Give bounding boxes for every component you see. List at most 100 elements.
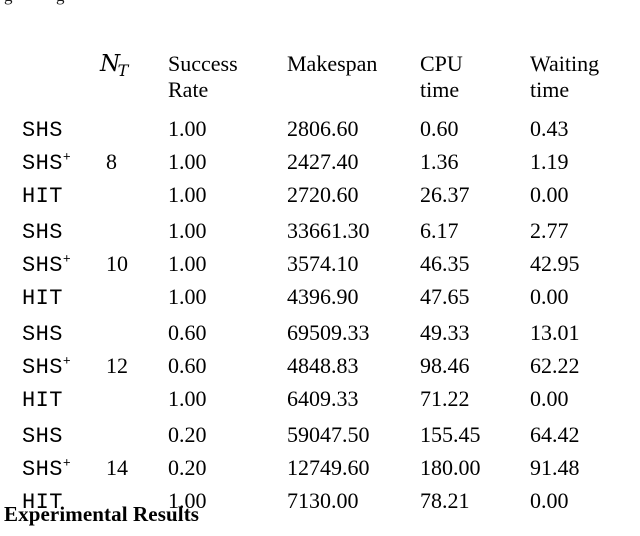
cell-waiting-time: 0.00 (530, 488, 569, 513)
cell-method: SHS+ (22, 455, 72, 482)
cell-method: SHS+ (22, 353, 72, 380)
cell-success-rate: 0.20 (168, 422, 207, 447)
cell-cpu-time: 155.45 (420, 422, 481, 447)
cell-makespan: 4396.90 (287, 284, 359, 309)
table-row: HIT 1.00 6409.33 71.22 0.00 (4, 383, 635, 416)
cell-num-tasks (100, 113, 168, 146)
method-superscript: + (62, 149, 72, 165)
cell-waiting-time: 42.95 (530, 251, 580, 276)
column-header-waiting-time-line2: time (530, 77, 570, 102)
cell-cpu-time: 6.17 (420, 218, 459, 243)
cell-makespan: 4848.83 (287, 353, 359, 378)
cell-num-tasks: 8 (106, 149, 117, 174)
table-row: SHS 1.00 33661.30 6.17 2.77 (4, 215, 635, 248)
section-caption: Experimental Results (4, 502, 200, 526)
column-header-cpu-time-line1: CPU (420, 51, 463, 76)
cell-success-rate: 0.60 (168, 353, 207, 378)
cell-waiting-time: 0.00 (530, 284, 569, 309)
cell-num-tasks (100, 383, 168, 416)
cell-makespan: 6409.33 (287, 386, 359, 411)
cell-success-rate: 1.00 (168, 284, 207, 309)
cell-waiting-time: 91.48 (530, 455, 580, 480)
cell-makespan: 12749.60 (287, 455, 370, 480)
cell-waiting-time: 0.43 (530, 116, 569, 141)
cell-cpu-time: 49.33 (420, 320, 470, 345)
cell-num-tasks (100, 317, 168, 350)
table-row: SHS+ 8 1.00 2427.40 1.36 1.19 (4, 146, 635, 179)
cell-num-tasks: 12 (106, 353, 128, 378)
results-table-body: SHS 1.00 2806.60 0.60 0.43 SHS+ 8 1.00 2427.40 1.… (4, 113, 635, 518)
method-superscript: + (62, 251, 72, 267)
cell-waiting-time: 13.01 (530, 320, 580, 345)
cell-waiting-time: 0.00 (530, 386, 569, 411)
column-header-success-rate: Success Rate (168, 18, 287, 110)
cell-num-tasks: 14 (106, 455, 128, 480)
cell-waiting-time: 62.22 (530, 353, 580, 378)
cell-method: SHS+ (22, 251, 72, 278)
cell-success-rate: 1.00 (168, 218, 207, 243)
cell-method: SHS (22, 424, 63, 449)
cell-makespan: 2427.40 (287, 149, 359, 174)
cell-method: HIT (22, 388, 63, 413)
num-tasks-symbol-subscript: T (117, 61, 129, 80)
cell-cpu-time: 26.37 (420, 182, 470, 207)
cell-makespan: 2720.60 (287, 182, 359, 207)
cell-cpu-time: 78.21 (420, 488, 470, 513)
cell-waiting-time: 0.00 (530, 182, 569, 207)
column-header-method (4, 18, 100, 110)
cell-success-rate: 1.00 (168, 149, 207, 174)
cell-method: SHS (22, 322, 63, 347)
cell-method: HIT (22, 286, 63, 311)
cell-success-rate: 0.60 (168, 320, 207, 345)
table-row: HIT 1.00 4396.90 47.65 0.00 (4, 281, 635, 314)
cell-cpu-time: 1.36 (420, 149, 459, 174)
cell-waiting-time: 64.42 (530, 422, 580, 447)
cell-makespan: 69509.33 (287, 320, 370, 345)
method-superscript: + (62, 353, 72, 369)
document-page: g g NT Succe (0, 0, 640, 536)
column-header-makespan-line1: Makespan (287, 51, 378, 76)
cell-makespan: 3574.10 (287, 251, 359, 276)
cell-cpu-time: 46.35 (420, 251, 470, 276)
cell-method: SHS+ (22, 149, 72, 176)
clipped-text-fragment-right: g (56, 0, 65, 6)
cell-num-tasks (100, 419, 168, 452)
column-header-waiting-time-line1: Waiting (530, 51, 600, 76)
column-header-success-rate-line2: Rate (168, 77, 209, 102)
table-row: SHS+ 10 1.00 3574.10 46.35 42.95 (4, 248, 635, 281)
cell-num-tasks (100, 215, 168, 248)
results-table-container: NT Success Rate Makespan CPU time Waitin… (4, 18, 635, 518)
table-row: SHS 0.20 59047.50 155.45 64.42 (4, 419, 635, 452)
cell-success-rate: 1.00 (168, 182, 207, 207)
cell-success-rate: 1.00 (168, 116, 207, 141)
cell-cpu-time: 0.60 (420, 116, 459, 141)
cell-method: SHS (22, 118, 63, 143)
cell-makespan: 2806.60 (287, 116, 359, 141)
cell-success-rate: 0.20 (168, 455, 207, 480)
column-header-makespan: Makespan (287, 18, 420, 110)
cell-cpu-time: 71.22 (420, 386, 470, 411)
table-row: SHS 0.60 69509.33 49.33 13.01 (4, 317, 635, 350)
cell-cpu-time: 98.46 (420, 353, 470, 378)
cell-num-tasks (100, 281, 168, 314)
results-table: NT Success Rate Makespan CPU time Waitin… (4, 18, 635, 518)
table-row: SHS+ 14 0.20 12749.60 180.00 91.48 (4, 452, 635, 485)
cell-num-tasks (100, 179, 168, 212)
cell-success-rate: 1.00 (168, 386, 207, 411)
column-header-cpu-time: CPU time (420, 18, 530, 110)
column-header-cpu-time-line2: time (420, 77, 460, 102)
cell-success-rate: 1.00 (168, 251, 207, 276)
cell-method: HIT (22, 184, 63, 209)
column-header-success-rate-line1: Success (168, 51, 238, 76)
cell-waiting-time: 1.19 (530, 149, 569, 174)
cell-cpu-time: 47.65 (420, 284, 470, 309)
table-header-row: NT Success Rate Makespan CPU time Waitin… (4, 18, 635, 110)
table-row: SHS 1.00 2806.60 0.60 0.43 (4, 113, 635, 146)
method-superscript: + (62, 455, 72, 471)
column-header-num-tasks: NT (100, 18, 168, 110)
table-row: HIT 1.00 2720.60 26.37 0.00 (4, 179, 635, 212)
cell-makespan: 33661.30 (287, 218, 370, 243)
num-tasks-symbol-base: N (100, 51, 120, 77)
column-header-waiting-time: Waiting time (530, 18, 635, 110)
cell-num-tasks: 10 (106, 251, 128, 276)
